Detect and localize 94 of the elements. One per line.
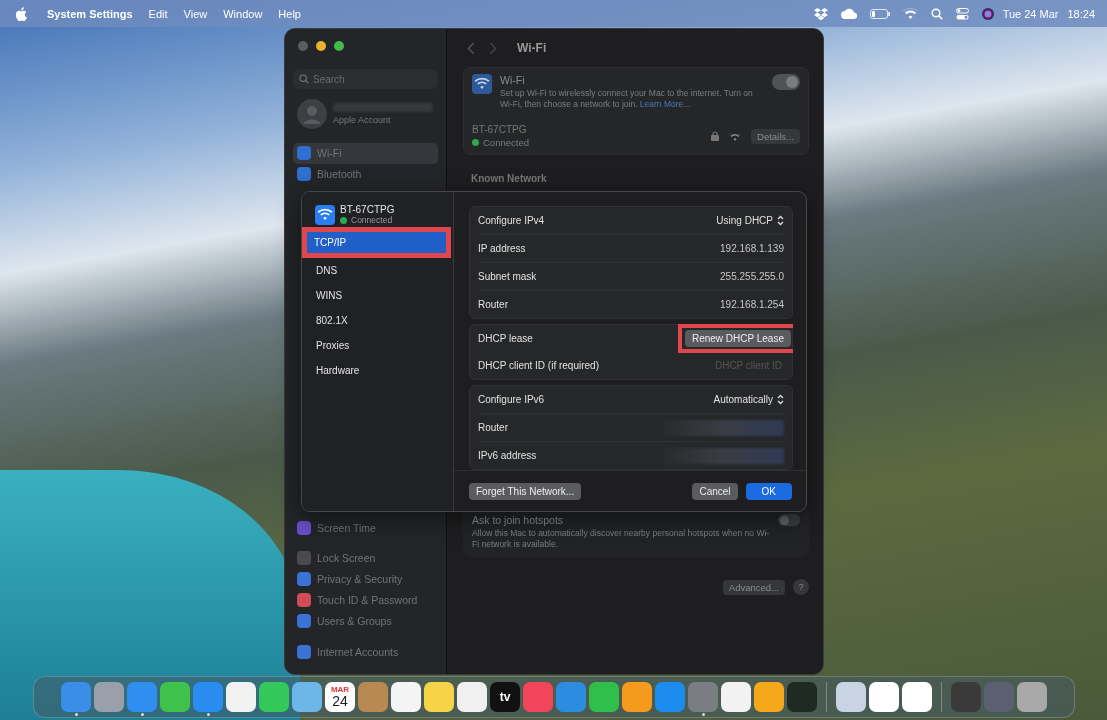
app-icon[interactable] xyxy=(589,682,619,712)
menu-item[interactable]: View xyxy=(183,7,208,20)
close-button[interactable] xyxy=(298,41,308,51)
status-dot xyxy=(340,216,347,224)
updown-icon xyxy=(777,394,784,405)
orb-icon[interactable] xyxy=(981,7,994,20)
app-icon[interactable] xyxy=(424,682,454,712)
tab[interactable]: TCP/IP xyxy=(307,232,446,253)
sidebar-item[interactable]: Privacy & Security xyxy=(293,568,438,590)
wifi-icon xyxy=(472,74,492,94)
row-label: Router xyxy=(478,299,508,310)
hotspots-title: Ask to join hotspots xyxy=(472,514,565,527)
app-icon[interactable] xyxy=(836,682,866,712)
status-dot xyxy=(472,139,479,147)
wifi-icon[interactable] xyxy=(902,8,918,19)
search-icon xyxy=(299,74,309,84)
app-icon[interactable] xyxy=(457,682,487,712)
row-label: IPv6 address xyxy=(478,450,537,461)
app-icon[interactable] xyxy=(754,682,784,712)
sidebar-item[interactable]: Touch ID & Password xyxy=(293,589,438,611)
search-icon[interactable] xyxy=(930,7,943,20)
popup-button[interactable]: Automatically xyxy=(713,394,784,405)
sidebar-item[interactable]: Screen Time xyxy=(293,517,438,539)
ok-button[interactable]: OK xyxy=(745,482,792,500)
window-title: Wi-Fi xyxy=(517,41,547,55)
minimize-button[interactable] xyxy=(316,41,326,51)
wifi-title: Wi-Fi xyxy=(500,74,526,86)
details-button[interactable]: Details... xyxy=(751,128,800,144)
updown-icon xyxy=(777,215,784,226)
cloud-icon[interactable] xyxy=(840,8,857,19)
wifi-toggle[interactable] xyxy=(772,74,800,90)
network-status: Connected xyxy=(483,137,529,149)
row-label: Configure IPv6 xyxy=(478,394,545,405)
row-label: IP address xyxy=(478,243,526,254)
account-label: Apple Account xyxy=(333,115,392,125)
section-heading: Known Network xyxy=(471,173,548,185)
row-value: 255.255.255.0 xyxy=(720,271,784,282)
menu-item[interactable]: Help xyxy=(278,7,301,20)
popup-button[interactable]: Using DHCP xyxy=(716,215,784,226)
menu-item[interactable]: Edit xyxy=(148,7,168,20)
sidebar-item[interactable]: Users & Groups xyxy=(293,610,438,632)
menu-app-name[interactable]: System Settings xyxy=(47,7,133,20)
battery-icon[interactable] xyxy=(869,8,890,19)
wifi-icon xyxy=(315,204,335,225)
forward-chevron-icon[interactable] xyxy=(489,41,497,55)
forget-network-button[interactable]: Forget This Network... xyxy=(469,482,582,500)
wifi-icon xyxy=(729,131,742,141)
menu-date[interactable]: Tue 24 Mar xyxy=(1002,7,1059,20)
advanced-button[interactable]: Advanced... xyxy=(722,579,785,595)
back-chevron-icon[interactable] xyxy=(467,41,475,55)
app-icon[interactable] xyxy=(721,682,751,712)
hotspots-description: Allow this Mac to automatically discover nearby personal hotspots when no Wi-Fi network is available. xyxy=(472,528,770,551)
network-status: Connected xyxy=(351,215,393,225)
row-value: 192.168.1.139 xyxy=(720,243,784,254)
tab[interactable]: 802.1X xyxy=(309,310,447,331)
tv-app-icon[interactable]: tv xyxy=(490,682,520,712)
lock-icon xyxy=(711,131,720,142)
row-label: Subnet mask xyxy=(478,271,537,282)
box-icon[interactable] xyxy=(813,7,828,20)
apple-logo-icon[interactable] xyxy=(15,6,27,21)
row-label: Router xyxy=(478,422,508,433)
toggles-icon[interactable] xyxy=(955,7,969,20)
row-value: 192.168.1.254 xyxy=(720,299,784,310)
cancel-button[interactable]: Cancel xyxy=(692,482,738,500)
sidebar-item[interactable]: Wi-Fi xyxy=(293,143,438,164)
network-name: BT-67CTPG xyxy=(340,204,395,215)
learn-more-link[interactable]: Learn More... xyxy=(639,99,691,110)
row-label: Configure IPv4 xyxy=(478,215,545,226)
tab[interactable]: Proxies xyxy=(309,335,447,356)
wifi-description: Set up Wi-Fi to wirelessly connect your Mac to the internet. Turn on Wi-Fi, then choose a network to join. Learn More... xyxy=(500,88,754,111)
app-icon[interactable] xyxy=(226,682,256,712)
app-icon[interactable] xyxy=(1017,682,1047,712)
help-button[interactable]: ? xyxy=(793,579,809,596)
hotspots-toggle[interactable] xyxy=(778,514,800,527)
app-icon[interactable] xyxy=(869,682,899,712)
sidebar-item[interactable]: Internet Accounts xyxy=(293,641,438,662)
row-label: DHCP lease xyxy=(478,333,533,344)
tab[interactable]: WINS xyxy=(309,285,447,306)
menu-time[interactable]: 18:24 xyxy=(1067,7,1095,20)
app-icon[interactable] xyxy=(902,682,932,712)
network-name: BT-67CTPG xyxy=(472,124,528,136)
row-label: DHCP client ID (if required) xyxy=(478,360,599,371)
renew-lease-button[interactable]: Renew DHCP Lease xyxy=(684,330,791,347)
app-icon[interactable] xyxy=(391,682,421,712)
zoom-button[interactable] xyxy=(334,41,344,51)
sidebar-item[interactable]: Lock Screen xyxy=(293,548,438,569)
tab[interactable]: DNS xyxy=(309,260,447,281)
avatar-icon[interactable] xyxy=(297,99,327,129)
app-icon[interactable] xyxy=(622,682,652,712)
tab[interactable]: Hardware xyxy=(309,360,447,381)
calendar-app-icon[interactable]: MAR 24 xyxy=(325,682,355,712)
menu-item[interactable]: Window xyxy=(223,7,263,20)
search-field[interactable]: Search xyxy=(293,69,438,89)
sidebar-item[interactable]: Bluetooth xyxy=(293,163,438,185)
